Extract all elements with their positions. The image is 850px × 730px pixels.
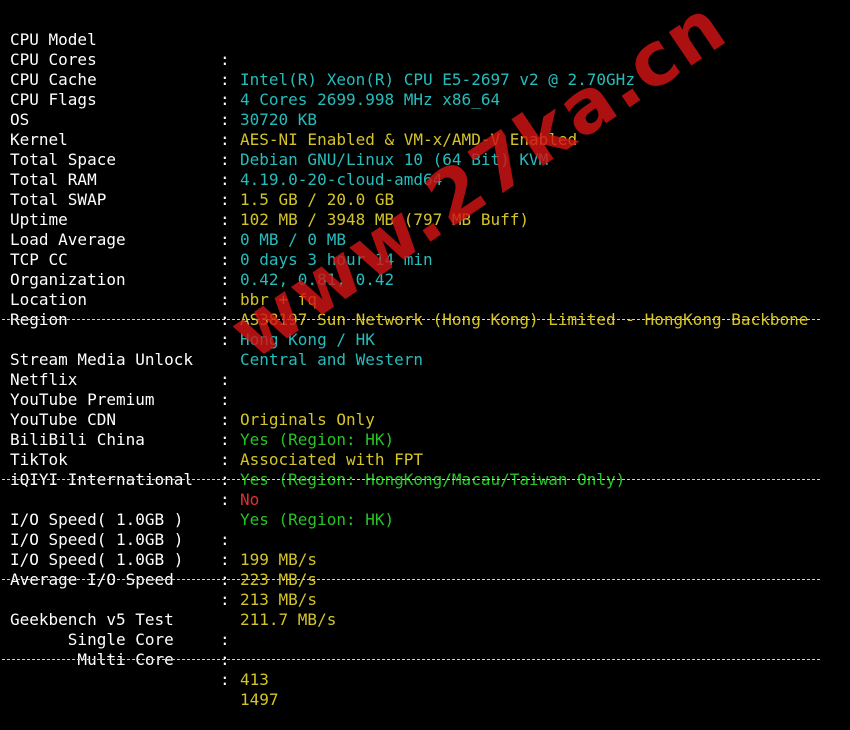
terminal-output: CPU Model : Intel(R) Xeon(R) CPU E5-2697… — [0, 10, 850, 709]
row-tiktok: TikTok : No — [0, 430, 850, 509]
row-cpu-cores: CPU Cores : 4 Cores 2699.998 MHz x86_64 — [0, 30, 850, 109]
section-divider — [0, 310, 850, 330]
row-organization: Organization : AS38197 Sun Network (Hong… — [0, 250, 850, 329]
dashed-line — [2, 319, 820, 320]
row-tcp-cc: TCP CC : bbr + fq — [0, 230, 850, 309]
section-divider — [0, 650, 850, 670]
row-total-ram: Total RAM : 102 MB / 3948 MB (797 MB Buf… — [0, 150, 850, 229]
row-load-average: Load Average : 0.42, 0.81, 0.42 — [0, 210, 850, 289]
section-divider — [0, 470, 850, 490]
row-kernel: Kernel : 4.19.0-20-cloud-amd64 — [0, 110, 850, 189]
section-divider — [0, 570, 850, 590]
value-multi-core: 1497 — [240, 690, 279, 709]
dashed-line — [2, 659, 820, 660]
row-cpu-model: CPU Model : Intel(R) Xeon(R) CPU E5-2697… — [0, 10, 850, 89]
row-io-speed-3: I/O Speed( 1.0GB ) : 213 MB/s — [0, 530, 850, 609]
value-single-core: 413 — [240, 670, 269, 689]
row-single-core: Single Core : 413 — [0, 610, 850, 689]
row-uptime: Uptime : 0 days 3 hour 14 min — [0, 190, 850, 269]
row-youtube-premium: YouTube Premium : Yes (Region: HK) — [0, 370, 850, 449]
row-region: Region : Central and Western — [0, 290, 850, 369]
row-geekbench-title: Geekbench v5 Test : — [0, 590, 850, 649]
row-bilibili: BiliBili China : Yes (Region: HongKong/M… — [0, 410, 850, 489]
row-cpu-cache: CPU Cache : 30720 KB — [0, 50, 850, 129]
row-stream-title: Stream Media Unlock : — [0, 330, 850, 389]
dashed-line — [2, 479, 820, 480]
dashed-line — [2, 579, 820, 580]
row-average-io: Average I/O Speed : 211.7 MB/s — [0, 550, 850, 629]
row-total-swap: Total SWAP : 0 MB / 0 MB — [0, 170, 850, 249]
row-multi-core: Multi Core : 1497 — [0, 630, 850, 709]
row-io-speed-2: I/O Speed( 1.0GB ) : 223 MB/s — [0, 510, 850, 589]
row-total-space: Total Space : 1.5 GB / 20.0 GB — [0, 130, 850, 209]
row-os: OS : Debian GNU/Linux 10 (64 Bit) KVM — [0, 90, 850, 169]
row-io-speed-1: I/O Speed( 1.0GB ) : 199 MB/s — [0, 490, 850, 569]
colon: : — [220, 670, 230, 689]
row-location: Location : Hong Kong / HK — [0, 270, 850, 349]
row-youtube-cdn: YouTube CDN : Associated with FPT — [0, 390, 850, 469]
row-iqiyi: iQIYI International : Yes (Region: HK) — [0, 450, 850, 529]
row-cpu-flags: CPU Flags : AES-NI Enabled & VM-x/AMD-V … — [0, 70, 850, 149]
row-netflix: Netflix : Originals Only — [0, 350, 850, 429]
